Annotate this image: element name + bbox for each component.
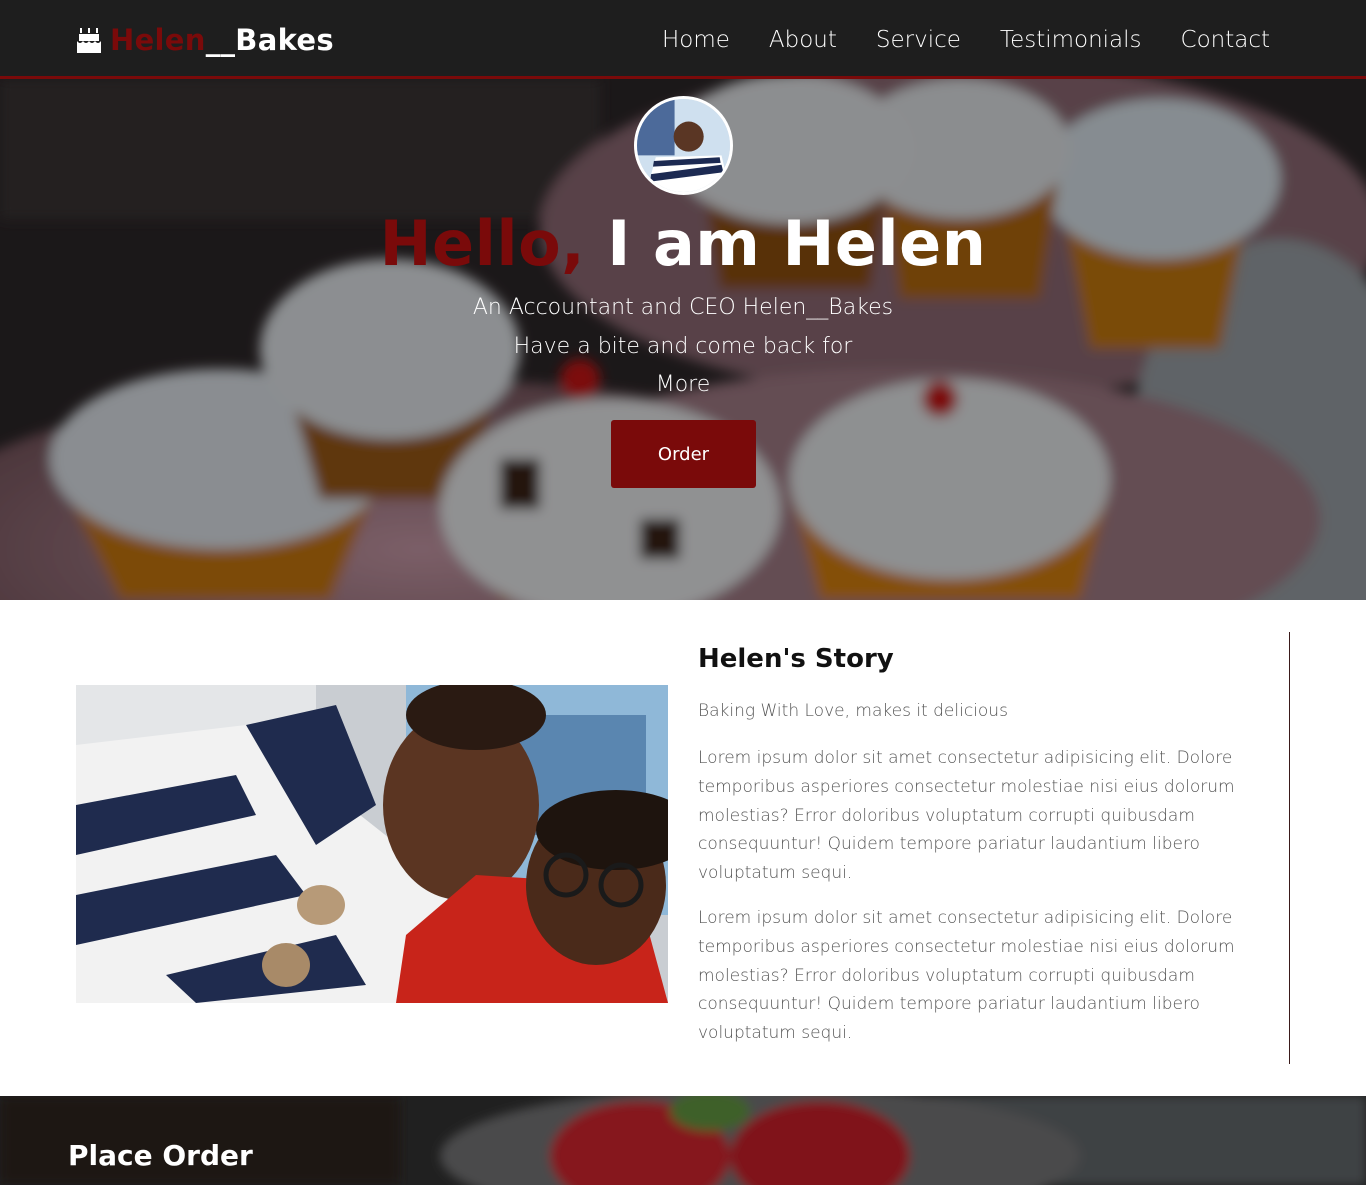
avatar-photo (637, 99, 730, 192)
nav-link-testimonials[interactable]: Testimonials (1000, 27, 1142, 53)
story-tagline: Baking With Love, makes it delicious (698, 701, 1008, 721)
place-order-section: Place Order (0, 1096, 1366, 1185)
hero-subtitle-line: More (655, 372, 711, 397)
place-order-title: Place Order (68, 1139, 253, 1172)
order-button[interactable]: Order (611, 420, 756, 488)
story-paragraph: Lorem ipsum dolor sit amet consectetur a… (698, 748, 1235, 884)
hero-section: Hello, I am Helen An Accountant and CEO … (0, 79, 1366, 600)
story-title: Helen's Story (698, 644, 894, 674)
hero-title-rest: I am Helen (585, 207, 987, 280)
birthday-cake-icon (77, 28, 101, 53)
navbar: Helen __Bakes Home About Service Testimon… (0, 0, 1366, 79)
hero-subtitle-line: An Accountant and CEO Helen__Bakes (472, 295, 894, 320)
story-photo (76, 685, 668, 1003)
story-divider (1289, 632, 1290, 1064)
hero-subtitle-line: Have a bite and come back for (513, 333, 853, 359)
story-image (76, 685, 668, 1003)
nav-link-contact[interactable]: Contact (1181, 27, 1270, 53)
story-section: Helen's Story Baking With Love, makes it… (0, 600, 1366, 1096)
nav-link-about[interactable]: About (769, 27, 837, 53)
hero-title: Hello, I am Helen (0, 207, 1366, 281)
brand-name-white: __Bakes (205, 23, 334, 57)
brand-name-red: Helen (110, 23, 206, 57)
nav-links: Home About Service Testimonials Contact (662, 20, 1270, 60)
brand-logo[interactable]: Helen __Bakes (76, 20, 334, 60)
nav-link-service[interactable]: Service (876, 27, 961, 53)
story-paragraph: Lorem ipsum dolor sit amet consectetur a… (698, 908, 1235, 1044)
hero-title-highlight: Hello, (379, 207, 586, 280)
nav-link-home[interactable]: Home (662, 27, 730, 53)
hero-subtitle: An Accountant and CEO Helen__Bakes Have … (433, 289, 933, 405)
avatar (634, 96, 733, 195)
